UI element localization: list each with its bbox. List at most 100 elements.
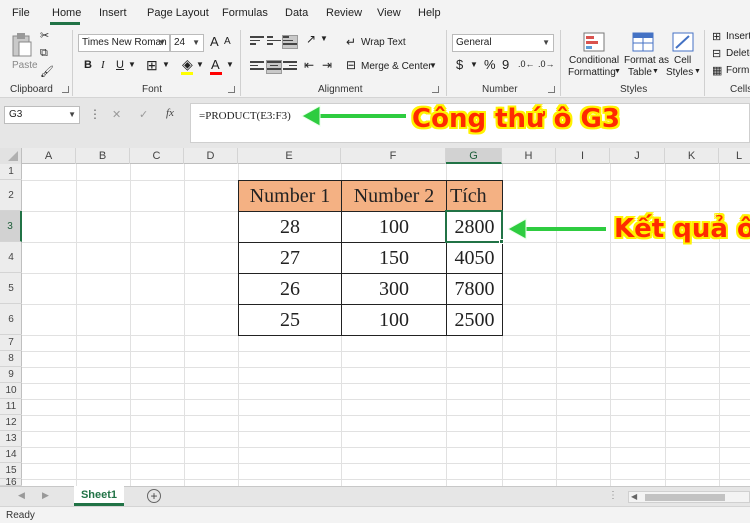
wrap-text-button[interactable]: ↵ Wrap Text <box>346 35 416 51</box>
bold-button[interactable]: B <box>84 59 92 71</box>
column-header-i[interactable]: I <box>556 148 610 164</box>
format-painter-icon[interactable]: 🖌 <box>40 65 54 78</box>
menu-page-layout[interactable]: Page Layout <box>147 7 209 19</box>
comma-button[interactable]: 9 <box>502 57 509 72</box>
table-cell[interactable]: 7800 <box>446 273 503 305</box>
row-header-7[interactable]: 7 <box>0 335 22 351</box>
row-header-5[interactable]: 5 <box>0 273 22 304</box>
merge-center-button[interactable]: ⊟ Merge & Center ▼ <box>346 58 438 75</box>
row-header-10[interactable]: 10 <box>0 383 22 399</box>
table-header-cell[interactable]: Tích <box>446 180 503 212</box>
chevron-down-icon[interactable]: ▼ <box>470 60 478 69</box>
column-header-e[interactable]: E <box>238 148 341 164</box>
number-launcher-icon[interactable] <box>548 86 555 93</box>
insert-cells-button[interactable]: ⊞ Insert <box>712 30 750 44</box>
column-header-k[interactable]: K <box>665 148 719 164</box>
table-cell[interactable]: 150 <box>341 242 447 274</box>
column-header-g[interactable]: G <box>446 148 502 164</box>
fill-color-icon[interactable]: ◈ <box>182 56 193 73</box>
chevron-down-icon[interactable]: ▼ <box>196 60 204 69</box>
table-cell[interactable]: 27 <box>238 242 342 274</box>
align-right-icon[interactable] <box>283 61 297 73</box>
table-cell[interactable]: 2800 <box>446 211 503 243</box>
row-header-2[interactable]: 2 <box>0 180 22 211</box>
row-header-3[interactable]: 3 <box>0 211 22 242</box>
menu-formulas[interactable]: Formulas <box>222 7 268 19</box>
italic-button[interactable]: I <box>101 59 105 71</box>
format-cells-button[interactable]: ▦ Form <box>712 64 750 78</box>
row-header-11[interactable]: 11 <box>0 399 22 415</box>
table-cell[interactable]: 28 <box>238 211 342 243</box>
column-header-h[interactable]: H <box>502 148 556 164</box>
table-cell[interactable]: 300 <box>341 273 447 305</box>
column-header-l[interactable]: L <box>719 148 750 164</box>
column-header-a[interactable]: A <box>22 148 76 164</box>
orientation-icon[interactable]: ↗ <box>306 32 316 46</box>
menu-review[interactable]: Review <box>326 7 362 19</box>
chevron-down-icon[interactable]: ▼ <box>320 34 328 43</box>
row-header-13[interactable]: 13 <box>0 431 22 447</box>
percent-button[interactable]: % <box>484 57 496 72</box>
row-header-12[interactable]: 12 <box>0 415 22 431</box>
column-header-c[interactable]: C <box>130 148 184 164</box>
align-center-icon[interactable] <box>266 60 282 74</box>
column-header-b[interactable]: B <box>76 148 130 164</box>
scroll-left-icon[interactable]: ◀ <box>18 490 25 501</box>
align-top-icon[interactable] <box>250 36 264 48</box>
decrease-decimal-icon[interactable]: .0→ <box>538 59 555 69</box>
scroll-right-icon[interactable]: ▶ <box>42 490 49 501</box>
grow-font-icon[interactable]: A <box>210 34 219 49</box>
column-header-d[interactable]: D <box>184 148 238 164</box>
table-cell[interactable]: 100 <box>341 211 447 243</box>
cell-grid[interactable]: Number 1 Number 2 Tích 28 100 2800 27 150 4050 26… <box>22 164 750 486</box>
underline-button[interactable]: U <box>116 59 124 71</box>
column-header-f[interactable]: F <box>341 148 446 164</box>
font-size-select[interactable]: 24 ▼ <box>170 34 204 52</box>
number-format-select[interactable]: General ▼ <box>452 34 554 52</box>
conditional-formatting-button[interactable]: Conditional Formatting ▼ <box>566 30 622 82</box>
menu-home[interactable]: Home <box>52 7 81 19</box>
chevron-down-icon[interactable]: ▼ <box>162 60 170 69</box>
cell-styles-button[interactable]: Cell Styles ▼ <box>664 30 701 82</box>
horizontal-scrollbar[interactable]: ◀ <box>628 491 750 503</box>
font-name-select[interactable]: Times New Roman ▼ <box>78 34 170 52</box>
increase-decimal-icon[interactable]: .0← <box>518 59 535 69</box>
shrink-font-icon[interactable]: A <box>224 36 231 47</box>
fill-handle[interactable] <box>499 239 504 244</box>
paste-button[interactable]: Paste <box>8 30 38 80</box>
format-as-table-button[interactable]: Format as Table ▼ <box>622 30 669 82</box>
alignment-launcher-icon[interactable] <box>432 86 439 93</box>
row-header-4[interactable]: 4 <box>0 242 22 273</box>
table-cell[interactable]: 100 <box>341 304 447 336</box>
decrease-indent-icon[interactable]: ⇤ <box>304 58 314 72</box>
row-header-14[interactable]: 14 <box>0 447 22 463</box>
clipboard-launcher-icon[interactable] <box>62 86 69 93</box>
scrollbar-thumb[interactable] <box>645 494 725 501</box>
sheet-tab-sheet1[interactable]: Sheet1 <box>74 486 124 506</box>
table-header-cell[interactable]: Number 2 <box>341 180 447 212</box>
row-header-8[interactable]: 8 <box>0 351 22 367</box>
menu-data[interactable]: Data <box>285 7 308 19</box>
cancel-icon[interactable]: ✕ <box>112 108 121 121</box>
table-cell[interactable]: 4050 <box>446 242 503 274</box>
column-header-j[interactable]: J <box>610 148 665 164</box>
row-header-9[interactable]: 9 <box>0 367 22 383</box>
chevron-down-icon[interactable]: ▼ <box>226 60 234 69</box>
font-launcher-icon[interactable] <box>228 86 235 93</box>
menu-help[interactable]: Help <box>418 7 441 19</box>
copy-icon[interactable]: ⧉ <box>40 47 48 60</box>
borders-icon[interactable]: ⊞ <box>146 57 158 74</box>
row-header-1[interactable]: 1 <box>0 164 22 180</box>
menu-view[interactable]: View <box>377 7 401 19</box>
delete-cells-button[interactable]: ⊟ Delete <box>712 47 750 61</box>
menu-insert[interactable]: Insert <box>99 7 127 19</box>
chevron-down-icon[interactable]: ▼ <box>128 60 136 69</box>
menu-file[interactable]: File <box>12 7 30 19</box>
font-color-icon[interactable]: A <box>211 57 220 72</box>
align-bottom-icon[interactable] <box>282 35 298 49</box>
align-middle-icon[interactable] <box>267 36 281 48</box>
enter-icon[interactable]: ✓ <box>139 108 148 121</box>
select-all-button[interactable] <box>0 148 22 164</box>
table-cell[interactable]: 25 <box>238 304 342 336</box>
currency-button[interactable]: $ <box>456 57 463 72</box>
